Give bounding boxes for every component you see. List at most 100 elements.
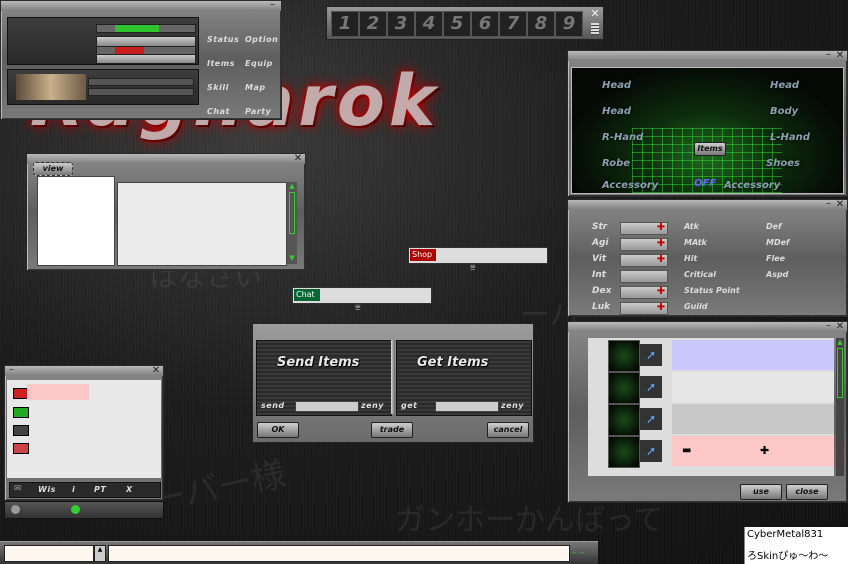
hotbar-slot-6[interactable]: 6	[471, 11, 499, 37]
hotbar-slot-8[interactable]: 8	[527, 11, 555, 37]
menu-party[interactable]: Party	[245, 107, 271, 116]
menu-chat[interactable]: Chat	[207, 107, 230, 116]
trade-window[interactable]: Send Items send zeny Get Items get zeny …	[252, 323, 534, 443]
equip-right-1[interactable]: Head	[770, 80, 799, 91]
hotbar-page-icon[interactable]	[591, 23, 599, 35]
scroll-up-icon[interactable]: ▲	[287, 182, 297, 190]
stat-up-icon[interactable]: ✚	[656, 222, 666, 233]
minimize-icon[interactable]: –	[824, 199, 833, 210]
close-icon[interactable]: ✕	[151, 366, 161, 376]
plus-icon[interactable]: ✚	[760, 444, 769, 457]
equip-right-4[interactable]: Shoes	[766, 158, 800, 169]
stat-up-icon[interactable]: ✚	[656, 238, 666, 249]
close-icon[interactable]: ✕	[835, 51, 845, 61]
equip-left-1[interactable]: Head	[602, 80, 631, 91]
chat-field[interactable]: Chat	[292, 287, 432, 304]
close-icon[interactable]: ✕	[835, 200, 845, 210]
whisper-target-input[interactable]	[4, 545, 94, 562]
hotbar-slot-3[interactable]: 3	[387, 11, 415, 37]
item-row[interactable]	[672, 404, 834, 434]
window-titlebar[interactable]	[1, 1, 281, 11]
minimize-icon[interactable]: –	[268, 0, 277, 11]
equip-right-2[interactable]: Body	[770, 106, 798, 117]
view-tab[interactable]: view	[33, 162, 73, 176]
scroll-thumb[interactable]	[837, 348, 843, 398]
hotbar-slot-5[interactable]: 5	[443, 11, 471, 37]
menu-equip[interactable]: Equip	[245, 59, 273, 68]
stat-up-icon[interactable]: ✚	[656, 286, 666, 297]
footer-wis[interactable]: Wis	[38, 485, 56, 494]
items-button[interactable]: Items	[694, 142, 726, 156]
equip-left-5[interactable]: Accessory	[602, 180, 658, 191]
menu-map[interactable]: Map	[245, 83, 266, 92]
view-content[interactable]	[117, 182, 287, 266]
equip-left-2[interactable]: Head	[602, 106, 631, 117]
close-icon[interactable]: ✕	[835, 322, 845, 332]
item-row[interactable]: ▬ ✚	[672, 436, 834, 466]
party-window[interactable]: – ✕ ✉ Wis i PT X	[4, 365, 164, 501]
inventory-window[interactable]: – ✕ ➚ ➚ ➚ ➚ ▬ ✚ ▲ use close	[567, 321, 848, 503]
equip-right-5[interactable]: Accessory	[724, 180, 780, 191]
party-list[interactable]	[7, 380, 161, 478]
equipment-window[interactable]: – ✕ Head Head R-Hand Robe Accessory Head…	[567, 50, 848, 197]
inventory-scrollbar[interactable]: ▲	[836, 338, 844, 476]
status-window[interactable]: – ✕ Str ✚ Atk Def Agi ✚ MAtk MDef Vit ✚ …	[567, 199, 848, 317]
close-button[interactable]: close	[786, 484, 828, 500]
item-slot-icon[interactable]	[608, 404, 640, 436]
equip-left-3[interactable]: R-Hand	[602, 132, 643, 143]
ok-button[interactable]: OK	[257, 422, 299, 438]
minimize-icon[interactable]: –	[7, 365, 16, 376]
item-row[interactable]	[672, 340, 834, 370]
scroll-up-icon[interactable]: ▲	[836, 338, 844, 346]
send-zeny-input[interactable]	[295, 401, 359, 412]
minimize-icon[interactable]: –	[824, 321, 833, 332]
menu-items[interactable]: Items	[207, 59, 235, 68]
trade-button[interactable]: trade	[371, 422, 413, 438]
hotbar-slot-1[interactable]: 1	[331, 11, 359, 37]
hotbar-slot-9[interactable]: 9	[555, 11, 583, 37]
hotbar-close-icon[interactable]: ✕	[589, 8, 601, 20]
basic-info-window[interactable]: – Status Option Items Equip Skill Map Ch…	[0, 0, 282, 120]
hotbar[interactable]: 1 2 3 4 5 6 7 8 9 ✕	[326, 6, 604, 40]
stat-up-icon[interactable]: ✚	[656, 302, 666, 313]
view-window[interactable]: ✕ view ▲ ▼	[26, 153, 306, 271]
window-titlebar[interactable]	[5, 366, 163, 376]
item-slot-icon[interactable]	[608, 436, 640, 468]
hotbar-slot-2[interactable]: 2	[359, 11, 387, 37]
cancel-button[interactable]: cancel	[487, 422, 529, 438]
view-list[interactable]	[37, 176, 115, 266]
window-titlebar[interactable]	[568, 51, 847, 61]
minimize-icon[interactable]: –	[824, 50, 833, 61]
window-titlebar[interactable]	[568, 322, 847, 332]
footer-x[interactable]: X	[126, 485, 133, 494]
inventory-list[interactable]: ➚ ➚ ➚ ➚ ▬ ✚	[588, 338, 834, 476]
hotbar-slot-7[interactable]: 7	[499, 11, 527, 37]
minus-icon[interactable]: ▬	[682, 445, 691, 456]
stat-up-icon[interactable]: ✚	[656, 254, 666, 265]
close-icon[interactable]: ✕	[293, 154, 303, 164]
menu-status[interactable]: Status	[207, 35, 239, 44]
member-highlight[interactable]	[27, 384, 89, 400]
equip-left-4[interactable]: Robe	[602, 158, 630, 169]
menu-option[interactable]: Option	[245, 35, 278, 44]
equip-right-3[interactable]: L-Hand	[770, 132, 810, 143]
scroll-down-icon[interactable]: ▼	[287, 254, 297, 262]
mail-icon[interactable]: ✉	[14, 484, 22, 494]
chat-input[interactable]	[108, 545, 570, 562]
item-slot-icon[interactable]	[608, 372, 640, 404]
shop-field[interactable]: Shop	[408, 247, 548, 264]
use-button[interactable]: use	[740, 484, 782, 500]
off-toggle[interactable]: OFF	[694, 178, 716, 189]
hotbar-slot-4[interactable]: 4	[415, 11, 443, 37]
menu-skill[interactable]: Skill	[207, 83, 229, 92]
chat-toggle-icon[interactable]: – –	[572, 548, 584, 558]
item-row[interactable]	[672, 372, 834, 402]
info-icon[interactable]: i	[72, 485, 75, 494]
scroll-thumb[interactable]	[289, 192, 295, 234]
window-titlebar[interactable]	[568, 200, 847, 210]
whisper-list-button[interactable]: ▲	[94, 545, 106, 562]
view-scrollbar[interactable]: ▲ ▼	[287, 182, 297, 264]
chat-bar[interactable]: ▲ – –	[0, 541, 598, 564]
item-slot-icon[interactable]	[608, 340, 640, 372]
footer-pt[interactable]: PT	[94, 485, 106, 494]
